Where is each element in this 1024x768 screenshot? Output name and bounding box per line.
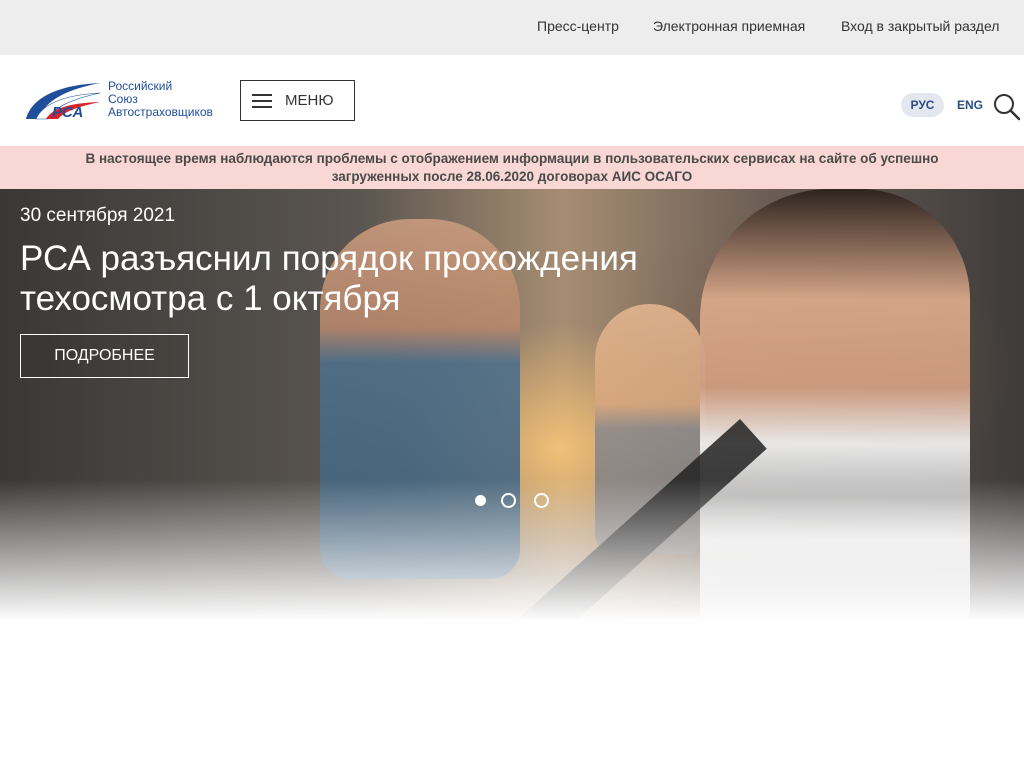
rsa-logo-mark-icon: РСА [26,83,101,121]
hamburger-icon [252,94,272,108]
alert-line-2: загруженных после 28.06.2020 договорах А… [331,169,693,184]
logo-line-3: Автостраховщиков [108,105,213,119]
top-utility-bar: Пресс-центр Электронная приемная Вход в … [0,0,1024,55]
hero-news-date: 30 сентября 2021 [20,205,176,226]
private-area-login-link[interactable]: Вход в закрытый раздел [841,18,999,34]
hero-news-title[interactable]: РСА разъяснил порядок прохождения техосм… [20,239,720,319]
menu-button-label: МЕНЮ [285,92,334,109]
hero-slider: 30 сентября 2021 РСА разъяснил порядок п… [0,189,1024,629]
search-icon[interactable] [993,93,1021,121]
hero-more-button[interactable]: ПОДРОБНЕЕ [20,334,189,378]
slider-dot-2[interactable] [501,493,516,508]
logo[interactable]: РСА Российский Союз Автостраховщиков [24,79,224,123]
lang-en-button[interactable]: ENG [957,93,983,117]
slider-dot-1[interactable] [475,495,486,506]
slider-dot-3[interactable] [534,493,549,508]
logo-text: Российский Союз Автостраховщиков [108,80,213,119]
logo-mark-text: РСА [52,104,83,121]
alert-line-1: В настоящее время наблюдаются проблемы с… [85,151,939,166]
press-center-link[interactable]: Пресс-центр [537,18,619,34]
menu-button[interactable]: МЕНЮ [240,80,355,121]
e-reception-link[interactable]: Электронная приемная [653,18,805,34]
service-alert-banner: В настоящее время наблюдаются проблемы с… [0,146,1024,189]
site-header: РСА Российский Союз Автостраховщиков МЕН… [0,55,1024,146]
lang-ru-button[interactable]: РУС [901,93,944,117]
